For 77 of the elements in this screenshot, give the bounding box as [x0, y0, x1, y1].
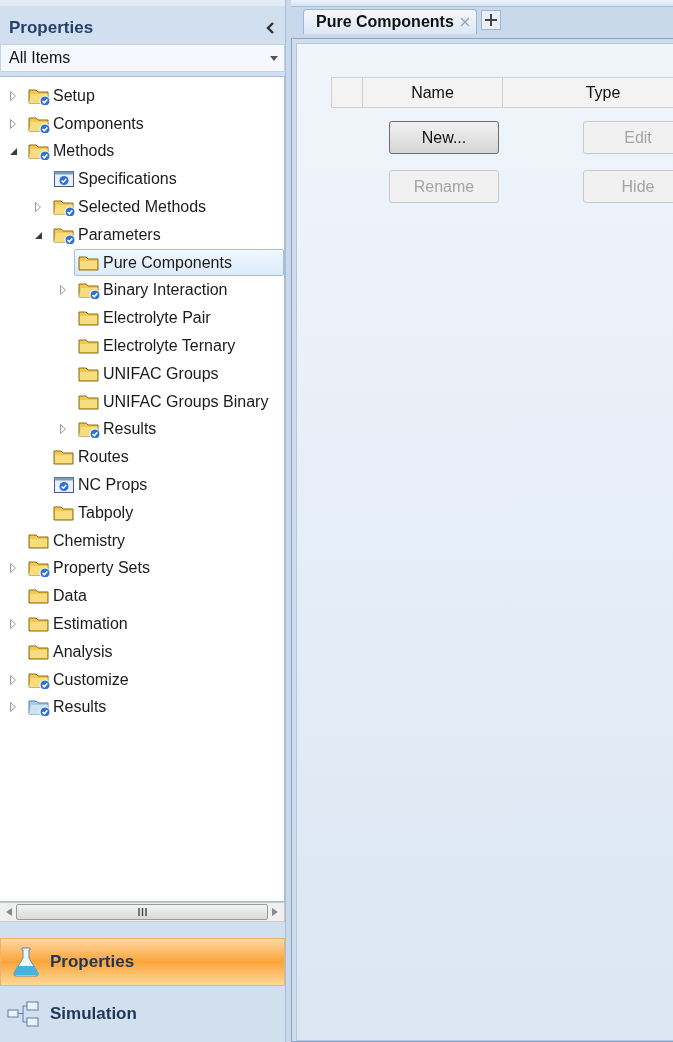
column-header[interactable]: Name	[362, 78, 502, 107]
action-button[interactable]: New...	[389, 121, 499, 154]
folder-check-icon	[28, 559, 50, 578]
tree-item[interactable]: Components	[24, 110, 284, 138]
folder-icon	[28, 615, 50, 634]
folder-check-icon	[28, 142, 50, 161]
collapse-panel-icon[interactable]	[265, 22, 275, 34]
folder-icon	[28, 587, 50, 606]
tree-item[interactable]: Methods	[24, 138, 284, 165]
tree-item[interactable]: Analysis	[24, 638, 284, 666]
expand-arrow-icon[interactable]	[8, 701, 18, 714]
tree-item[interactable]: Pure Components	[74, 249, 284, 277]
tree-item[interactable]: Electrolyte Ternary	[74, 332, 284, 360]
flowsheet-icon	[7, 1001, 41, 1027]
folder-icon	[28, 642, 50, 661]
tree-item[interactable]: UNIFAC Groups	[74, 360, 284, 388]
scroll-left-icon[interactable]	[6, 908, 12, 916]
filter-value: All Items	[9, 49, 71, 67]
form-check-icon	[53, 170, 75, 189]
folder-check-icon	[28, 698, 50, 717]
folder-icon	[78, 364, 100, 383]
tree-item[interactable]: Selected Methods	[49, 193, 284, 221]
form-check-icon	[53, 476, 75, 495]
plus-icon	[484, 14, 497, 26]
scroll-right-icon[interactable]	[272, 908, 278, 916]
horizontal-scrollbar[interactable]	[0, 902, 285, 922]
tree-item[interactable]: UNIFAC Groups Binary	[74, 388, 284, 416]
folder-icon	[28, 531, 50, 550]
expand-arrow-icon[interactable]	[58, 284, 68, 297]
folder-icon	[53, 503, 75, 522]
tree-item[interactable]: Routes	[49, 443, 284, 471]
tree-item[interactable]: Results	[74, 415, 284, 443]
tree-item[interactable]: NC Props	[49, 471, 284, 499]
navigation-button[interactable]: Properties	[0, 938, 285, 986]
tree-item[interactable]: Results	[24, 693, 284, 721]
tree-item[interactable]: Tabpoly	[49, 499, 284, 527]
folder-check-icon	[78, 420, 100, 439]
navigation-button[interactable]: Simulation	[0, 990, 285, 1038]
expand-arrow-icon[interactable]	[8, 562, 18, 575]
tree-item[interactable]: Binary Interaction	[74, 276, 284, 304]
folder-icon	[78, 337, 100, 356]
tree-item[interactable]: Chemistry	[24, 527, 284, 555]
expand-arrow-icon[interactable]	[58, 423, 68, 436]
folder-icon	[78, 309, 100, 328]
expand-arrow-icon[interactable]	[8, 117, 18, 130]
folder-icon	[53, 448, 75, 467]
flask-icon	[11, 946, 41, 978]
expand-arrow-icon[interactable]	[8, 89, 18, 102]
folder-check-icon	[28, 114, 50, 133]
new-tab-button[interactable]	[480, 10, 501, 30]
tree-item[interactable]: Estimation	[24, 610, 284, 638]
tree-item[interactable]: Electrolyte Pair	[74, 304, 284, 332]
scroll-thumb[interactable]	[16, 904, 268, 920]
tree-item[interactable]: Specifications	[49, 165, 284, 193]
dropdown-arrow-icon	[270, 55, 278, 61]
folder-check-icon	[28, 86, 50, 105]
panel-title: Properties	[9, 18, 94, 38]
grip-icon	[137, 908, 147, 916]
expand-arrow-icon[interactable]	[8, 673, 18, 686]
expand-arrow-icon[interactable]	[8, 618, 18, 631]
tree-item[interactable]: Customize	[24, 666, 284, 694]
close-icon[interactable]	[459, 17, 470, 27]
folder-check-icon	[53, 225, 75, 244]
folder-check-icon	[78, 281, 100, 300]
tree-item[interactable]: Property Sets	[24, 554, 284, 582]
folder-check-icon	[53, 198, 75, 217]
expand-arrow-icon[interactable]	[33, 201, 43, 214]
tree-item[interactable]: Data	[24, 582, 284, 610]
folder-icon	[78, 253, 100, 272]
tree-item[interactable]: Setup	[24, 82, 284, 110]
folder-check-icon	[28, 670, 50, 689]
folder-icon	[78, 392, 100, 411]
collapse-arrow-icon[interactable]	[8, 146, 18, 157]
document-tab[interactable]: Pure Components	[303, 9, 477, 34]
column-header[interactable]: Type	[502, 78, 673, 107]
filter-dropdown[interactable]: All Items	[0, 44, 285, 72]
tree-item[interactable]: Parameters	[49, 221, 284, 249]
